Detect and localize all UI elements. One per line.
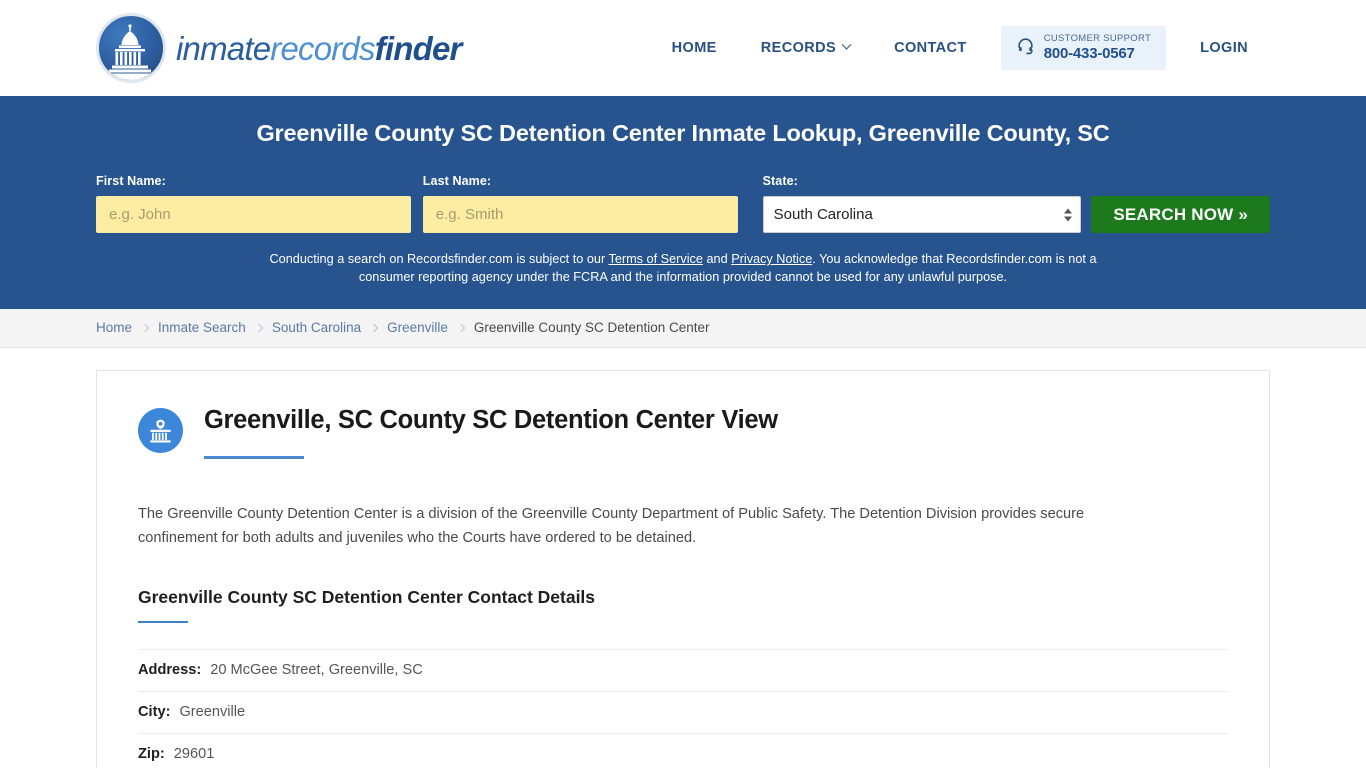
facility-card: Greenville, SC County SC Detention Cente…	[96, 369, 1270, 768]
last-name-input[interactable]	[422, 196, 738, 233]
breadcrumb-bar: Home Inmate Search South Carolina Greenv…	[0, 308, 1366, 348]
site-header: inmaterecordsfinder HOME RECORDS CONTACT…	[0, 0, 1366, 96]
site-logo[interactable]: inmaterecordsfinder	[96, 13, 462, 83]
nav-item-contact-label: CONTACT	[894, 39, 967, 56]
hero-search-banner: Greenville County SC Detention Center In…	[0, 96, 1366, 309]
main-navigation: HOME RECORDS CONTACT CUSTOMER SUPPORT 80…	[650, 25, 1270, 71]
breadcrumb: Home Inmate Search South Carolina Greenv…	[96, 320, 710, 335]
title-accent-rule	[204, 456, 304, 460]
chevron-right-icon	[456, 323, 466, 333]
disclaimer-text-2: and	[702, 252, 732, 266]
inmate-search-form: First Name: Last Name: State: South Caro…	[96, 174, 1270, 233]
nav-item-home[interactable]: HOME	[650, 30, 739, 66]
nav-item-home-label: HOME	[671, 39, 717, 56]
login-label: LOGIN	[1200, 39, 1248, 56]
page-title: Greenville, SC County SC Detention Cente…	[204, 405, 778, 434]
brand-part-finder: finder	[374, 29, 463, 67]
search-now-button[interactable]: SEARCH NOW »	[1091, 196, 1270, 233]
breadcrumb-item-inmate-search[interactable]: Inmate Search	[158, 320, 246, 335]
state-select[interactable]: South Carolina	[762, 196, 1082, 233]
headset-icon	[1016, 36, 1035, 60]
privacy-notice-link[interactable]: Privacy Notice	[731, 252, 812, 266]
customer-support-box[interactable]: CUSTOMER SUPPORT 800-433-0567	[1000, 25, 1167, 71]
content-area: Greenville, SC County SC Detention Cente…	[0, 348, 1366, 768]
first-name-input[interactable]	[96, 196, 411, 233]
facility-description: The Greenville County Detention Center i…	[138, 506, 1085, 547]
disclaimer-text-1: Conducting a search on Recordsfinder.com…	[269, 252, 609, 266]
brand-wordmark: inmaterecordsfinder	[176, 32, 462, 65]
section-accent-rule	[138, 620, 188, 623]
breadcrumb-item-south-carolina[interactable]: South Carolina	[272, 320, 361, 335]
page-header: Greenville, SC County SC Detention Cente…	[138, 405, 1228, 460]
nav-item-records[interactable]: RECORDS	[739, 30, 872, 66]
last-name-label: Last Name:	[422, 174, 492, 188]
detail-value-address: 20 McGee Street, Greenville, SC	[210, 661, 423, 678]
chevron-right-icon	[254, 323, 264, 333]
detail-key-zip: Zip:	[138, 745, 165, 762]
hero-title: Greenville County SC Detention Center In…	[256, 120, 1110, 146]
detail-row-city: City: Greenville	[138, 690, 1228, 733]
chevron-right-icon	[369, 323, 379, 333]
last-name-field-group: Last Name:	[422, 174, 738, 233]
brand-part-records: records	[270, 29, 375, 67]
detail-value-zip: 29601	[173, 745, 215, 762]
detail-key-address: Address:	[138, 661, 202, 678]
chevron-right-icon	[140, 323, 150, 333]
nav-item-records-label: RECORDS	[760, 39, 837, 56]
capitol-dome-icon	[96, 13, 166, 83]
detail-value-city: Greenville	[179, 703, 246, 720]
nav-item-contact[interactable]: CONTACT	[872, 30, 989, 66]
detail-key-city: City:	[138, 703, 171, 720]
contact-details-list: Address: 20 McGee Street, Greenville, SC…	[138, 648, 1228, 768]
brand-part-inmate: inmate	[176, 29, 271, 67]
breadcrumb-item-current: Greenville County SC Detention Center	[473, 320, 710, 336]
search-disclaimer: Conducting a search on Recordsfinder.com…	[261, 250, 1106, 287]
breadcrumb-item-greenville[interactable]: Greenville	[387, 320, 448, 335]
support-phone: 800-433-0567	[1043, 44, 1135, 62]
terms-of-service-link[interactable]: Terms of Service	[608, 252, 702, 266]
login-link[interactable]: LOGIN	[1178, 30, 1270, 66]
chevron-down-icon	[841, 40, 852, 51]
support-label: CUSTOMER SUPPORT	[1043, 32, 1152, 44]
state-field-group: State: South Carolina	[762, 174, 1082, 233]
state-label: State:	[762, 174, 798, 188]
first-name-field-group: First Name:	[96, 174, 411, 233]
first-name-label: First Name:	[96, 174, 166, 188]
detail-row-zip: Zip: 29601	[138, 732, 1228, 768]
jail-building-icon	[138, 407, 183, 453]
contact-details-heading: Greenville County SC Detention Center Co…	[138, 586, 596, 607]
breadcrumb-item-home[interactable]: Home	[96, 320, 132, 335]
detail-row-address: Address: 20 McGee Street, Greenville, SC	[138, 648, 1228, 691]
